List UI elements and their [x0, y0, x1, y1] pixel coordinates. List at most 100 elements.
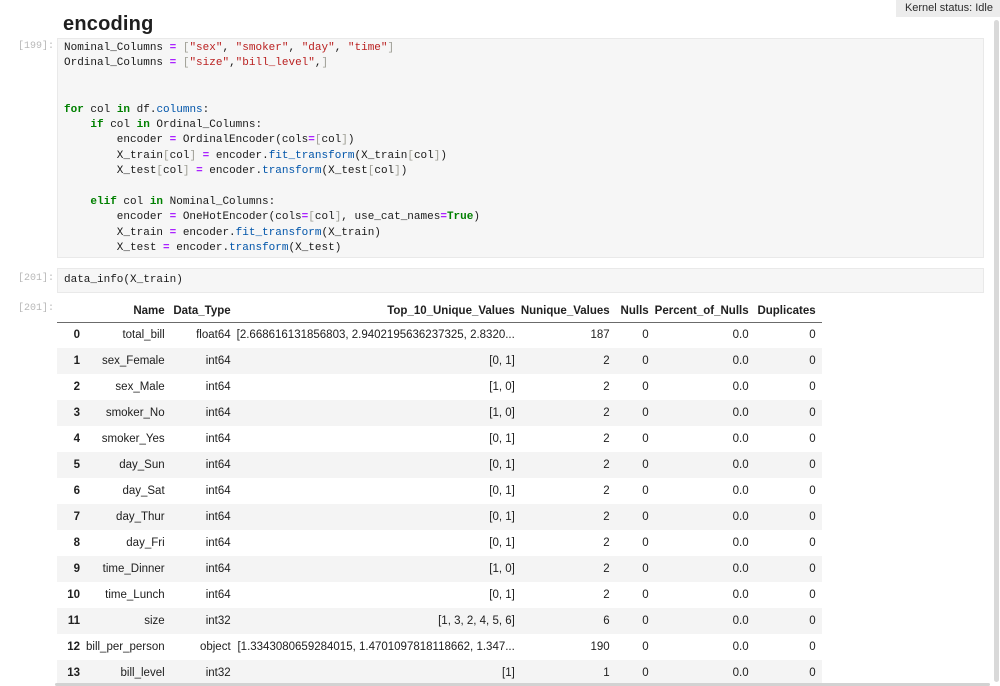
row-index: 8 [57, 530, 86, 556]
cell-nulls: 0 [616, 582, 655, 608]
cell-percent_of_nulls: 0.0 [655, 556, 755, 582]
cell-data_type: int64 [171, 504, 237, 530]
cell-percent_of_nulls: 0.0 [655, 634, 755, 660]
code-token-plain: ) [348, 134, 355, 146]
column-header-percent_of_nulls: Percent_of_Nulls [655, 300, 755, 322]
code-line [64, 87, 977, 102]
cell-nunique_values: 2 [521, 582, 616, 608]
row-index: 11 [57, 608, 86, 634]
code-token-plain [176, 42, 183, 54]
cell-nunique_values: 2 [521, 452, 616, 478]
cell-data_type: int32 [171, 608, 237, 634]
code-token-plain: col [414, 150, 434, 162]
table-row: 2sex_Maleint64[1, 0]200.00 [57, 374, 822, 400]
cell-name: smoker_Yes [86, 426, 171, 452]
cell-data_type: int64 [171, 348, 237, 374]
cell-percent_of_nulls: 0.0 [655, 374, 755, 400]
code-token-plain: col [117, 196, 150, 208]
row-index: 9 [57, 556, 86, 582]
code-token-br: [ [407, 150, 414, 162]
cell-name: day_Sat [86, 478, 171, 504]
cell-duplicates: 0 [755, 504, 822, 530]
code-token-str: "bill_level" [236, 57, 315, 69]
code-token-str: "size" [189, 57, 229, 69]
code-token-plain: col [170, 150, 190, 162]
cell-nunique_values: 190 [521, 634, 616, 660]
code-token-plain: df. [130, 104, 156, 116]
code-token-plain: col [84, 104, 117, 116]
cell-name: day_Thur [86, 504, 171, 530]
code-token-plain: col [321, 134, 341, 146]
code-line: X_test[col] = encoder.transform(X_test[c… [64, 164, 977, 179]
code-token-plain [176, 57, 183, 69]
code-token-br: ] [341, 134, 348, 146]
vertical-scrollbar[interactable] [994, 20, 999, 682]
table-header-row: NameData_TypeTop_10_Unique_ValuesNunique… [57, 300, 822, 322]
page-title: encoding [63, 13, 154, 36]
column-header-nunique_values: Nunique_Values [521, 300, 616, 322]
cell-top_10_unique_values: [0, 1] [237, 478, 521, 504]
code-token-op: = [163, 242, 170, 254]
cell-name: sex_Female [86, 348, 171, 374]
code-token-plain: encoder. [170, 242, 229, 254]
cell-percent_of_nulls: 0.0 [655, 504, 755, 530]
code-token-plain: , [288, 42, 301, 54]
code-editor-199[interactable]: Nominal_Columns = ["sex", "smoker", "day… [58, 39, 983, 258]
code-token-plain: (X_train) [321, 227, 380, 239]
code-token-plain [64, 119, 90, 131]
code-token-str: "sex" [189, 42, 222, 54]
code-line [64, 72, 977, 87]
code-line: elif col in Nominal_Columns: [64, 195, 977, 210]
table-row: 3smoker_Noint64[1, 0]200.00 [57, 400, 822, 426]
cell-percent_of_nulls: 0.0 [655, 530, 755, 556]
cell-top_10_unique_values: [2.668616131856803, 2.9402195636237325, … [237, 322, 521, 348]
code-token-plain: col [163, 165, 183, 177]
cell-duplicates: 0 [755, 478, 822, 504]
code-token-br: [ [308, 211, 315, 223]
cell-top_10_unique_values: [0, 1] [237, 530, 521, 556]
cell-percent_of_nulls: 0.0 [655, 426, 755, 452]
code-token-plain: ) [401, 165, 408, 177]
code-token-plain: OneHotEncoder(cols [176, 211, 301, 223]
cell-percent_of_nulls: 0.0 [655, 582, 755, 608]
table-row: 12bill_per_personobject[1.33430806592840… [57, 634, 822, 660]
code-line: encoder = OneHotEncoder(cols=[col], use_… [64, 210, 977, 225]
cell-duplicates: 0 [755, 452, 822, 478]
code-token-op: = [308, 134, 315, 146]
input-prompt-201: [201]: [18, 273, 54, 284]
code-token-op: = [440, 211, 447, 223]
code-token-plain: col [374, 165, 394, 177]
code-token-plain: encoder [64, 134, 170, 146]
row-index: 1 [57, 348, 86, 374]
code-token-plain: encoder. [203, 165, 262, 177]
code-token-plain [196, 150, 203, 162]
code-line: encoder = OrdinalEncoder(cols=[col]) [64, 133, 977, 148]
cell-duplicates: 0 [755, 530, 822, 556]
cell-data_type: int64 [171, 374, 237, 400]
code-token-plain: X_test [64, 242, 163, 254]
cell-nunique_values: 2 [521, 556, 616, 582]
code-cell-201[interactable]: data_info(X_train) [57, 268, 984, 293]
row-index: 0 [57, 322, 86, 348]
code-token-plain: encoder [64, 211, 170, 223]
cell-name: bill_per_person [86, 634, 171, 660]
code-token-kw: for [64, 104, 84, 116]
table-row: 1sex_Femaleint64[0, 1]200.00 [57, 348, 822, 374]
code-token-br: ] [322, 57, 329, 69]
code-token-kw: in [150, 196, 163, 208]
code-line: Ordinal_Columns = ["size","bill_level",] [64, 56, 977, 71]
cell-duplicates: 0 [755, 322, 822, 348]
code-token-prop: transform [229, 242, 288, 254]
cell-nunique_values: 6 [521, 608, 616, 634]
table-row: 4smoker_Yesint64[0, 1]200.00 [57, 426, 822, 452]
cell-nulls: 0 [616, 530, 655, 556]
cell-data_type: float64 [171, 322, 237, 348]
code-cell-199[interactable]: Nominal_Columns = ["sex", "smoker", "day… [57, 38, 984, 258]
code-token-plain: Nominal_Columns: [163, 196, 275, 208]
kernel-status-badge: Kernel status: Idle [896, 0, 1000, 17]
code-token-plain: , [315, 57, 322, 69]
code-editor-201[interactable]: data_info(X_train) [58, 269, 983, 290]
cell-name: time_Dinner [86, 556, 171, 582]
cell-nulls: 0 [616, 452, 655, 478]
column-header-name: Name [86, 300, 171, 322]
